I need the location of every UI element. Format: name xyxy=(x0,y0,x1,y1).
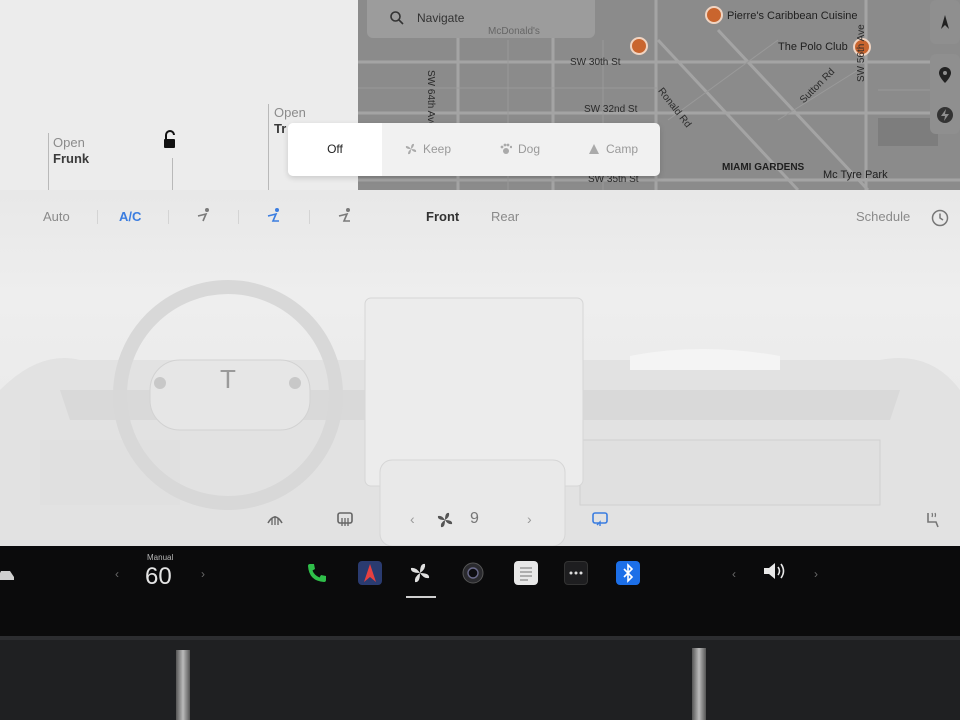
notes-icon[interactable] xyxy=(514,561,538,585)
mode-camp-label: Camp xyxy=(605,142,638,156)
active-app-indicator xyxy=(406,596,436,598)
ac-button[interactable]: A/C xyxy=(119,209,141,224)
frunk-label: Frunk xyxy=(53,151,90,166)
keep-climate-selector: Off Keep Dog Camp xyxy=(288,123,660,176)
car-interior-below-screen xyxy=(0,636,960,720)
poi-polo-club[interactable]: The Polo Club xyxy=(778,41,848,53)
phone-icon[interactable] xyxy=(305,561,329,585)
search-placeholder: Navigate xyxy=(417,11,465,25)
speed-increase[interactable]: › xyxy=(201,567,205,581)
lock-icon[interactable] xyxy=(160,130,180,150)
trunk-state: Open xyxy=(274,105,306,120)
frunk-status[interactable]: Open Frunk xyxy=(53,135,89,167)
map-orientation-button[interactable] xyxy=(930,0,960,44)
recirculate-icon[interactable] xyxy=(591,511,609,527)
bluetooth-icon[interactable] xyxy=(616,561,640,585)
mode-off-label: Off xyxy=(327,142,343,156)
mode-keep[interactable]: Keep xyxy=(382,123,474,176)
mode-dog[interactable]: Dog xyxy=(474,123,566,176)
fan-decrease[interactable]: ‹ xyxy=(410,511,415,527)
fan-increase[interactable]: › xyxy=(527,511,532,527)
divider xyxy=(309,210,310,224)
mode-dog-label: Dog xyxy=(517,142,540,156)
paw-icon xyxy=(500,143,512,154)
street-sw-56th: SW 56th Ave xyxy=(856,24,867,82)
poi-pierres[interactable]: Pierre's Caribbean Cuisine xyxy=(727,10,858,22)
defrost-front-icon[interactable] xyxy=(266,511,284,527)
defrost-rear-icon[interactable] xyxy=(336,511,354,527)
park-label: Mc Tyre Park xyxy=(823,169,888,181)
poi-pin-mcdonalds[interactable] xyxy=(630,37,648,55)
poi-mcdonalds[interactable]: McDonald's xyxy=(488,26,540,37)
fan-speed-value: 9 xyxy=(470,510,479,527)
airflow-feet-icon[interactable] xyxy=(265,206,283,224)
mode-keep-label: Keep xyxy=(422,142,452,156)
airflow-face-icon[interactable] xyxy=(195,206,213,224)
fan-icon xyxy=(437,512,453,528)
poi-pin-pierres[interactable] xyxy=(705,6,723,24)
street-sw-30th: SW 30th St xyxy=(570,57,621,68)
compass-icon xyxy=(941,15,949,29)
navigate-search[interactable]: Navigate xyxy=(367,0,595,38)
more-icon[interactable] xyxy=(564,561,588,585)
trunk-pointer xyxy=(268,104,269,190)
schedule-button[interactable]: Schedule xyxy=(856,209,910,224)
volume-icon[interactable] xyxy=(761,560,789,582)
dock-bar: ‹ Manual 60 › ‹ › xyxy=(0,546,960,636)
area-label: MIAMI GARDENS xyxy=(722,162,805,173)
mode-camp[interactable]: Camp xyxy=(566,123,660,176)
street-sw-32nd: SW 32nd St xyxy=(584,104,638,115)
fan-icon[interactable] xyxy=(408,561,432,585)
car-pointer xyxy=(172,158,173,190)
street-sw-64th: SW 64th Ave xyxy=(425,70,436,128)
frunk-pointer xyxy=(48,133,49,190)
drive-mode-label: Manual xyxy=(147,553,174,562)
vent-slat xyxy=(692,648,706,720)
camera-icon[interactable] xyxy=(461,561,485,585)
volume-decrease[interactable]: ‹ xyxy=(732,567,736,581)
tent-icon xyxy=(588,144,599,154)
vent-slat xyxy=(176,650,190,720)
clock-icon[interactable] xyxy=(931,209,949,227)
airflow-floor-icon[interactable] xyxy=(336,206,354,224)
navigation-icon[interactable] xyxy=(358,561,382,585)
speed-decrease[interactable]: ‹ xyxy=(115,567,119,581)
divider xyxy=(168,210,169,224)
search-icon xyxy=(390,11,404,25)
cabin-illustration: T xyxy=(0,280,960,546)
speed-value[interactable]: 60 xyxy=(145,563,172,591)
climate-panel: T Auto A/C Front Rear Schedule ‹ 9 › xyxy=(0,190,960,546)
frunk-state: Open xyxy=(53,135,85,150)
mode-off[interactable]: Off xyxy=(288,123,382,176)
fan-icon xyxy=(405,143,417,155)
seat-heat-icon[interactable] xyxy=(924,511,942,529)
auto-button[interactable]: Auto xyxy=(43,209,70,224)
tab-front[interactable]: Front xyxy=(426,209,459,224)
divider xyxy=(97,210,98,224)
volume-increase[interactable]: › xyxy=(814,567,818,581)
svg-text:T: T xyxy=(220,364,236,394)
tab-rear[interactable]: Rear xyxy=(491,209,519,224)
lightning-icon[interactable] xyxy=(936,106,954,124)
pin-icon[interactable] xyxy=(938,66,952,84)
map-controls xyxy=(930,54,960,134)
screen-edge xyxy=(0,636,960,640)
car-icon[interactable] xyxy=(0,568,16,582)
divider xyxy=(238,210,239,224)
